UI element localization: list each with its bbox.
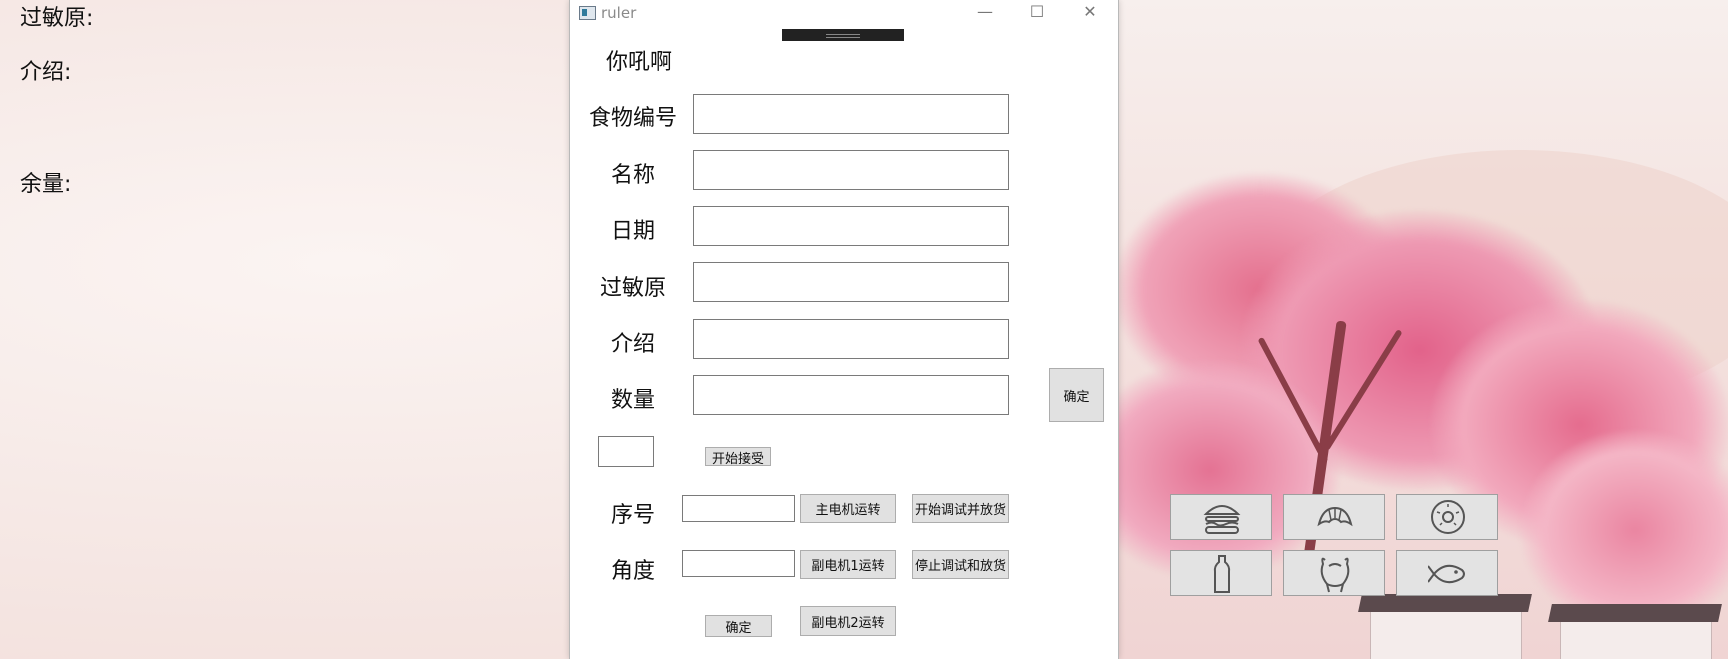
- start-receive-button[interactable]: 开始接受: [705, 447, 771, 466]
- allergen-label: 过敏原:: [20, 6, 94, 31]
- stop-debug-dispense-button[interactable]: 停止调试和放货: [912, 550, 1009, 579]
- title-bar[interactable]: ruler — ☐ ✕: [570, 0, 1118, 26]
- burger-tile[interactable]: [1170, 494, 1272, 540]
- village-house: [1370, 610, 1522, 659]
- burger-icon: [1203, 505, 1241, 534]
- quantity-input[interactable]: [693, 375, 1009, 415]
- chicken-tile[interactable]: [1283, 550, 1385, 596]
- remaining-label: 余量:: [20, 172, 72, 197]
- intro-field-label: 介绍: [610, 332, 655, 357]
- app-icon: [579, 6, 596, 20]
- intro-input[interactable]: [693, 319, 1009, 359]
- confirm-button[interactable]: 确定: [1049, 368, 1104, 422]
- date-label: 日期: [610, 219, 655, 244]
- village-house: [1560, 620, 1712, 659]
- serial-input[interactable]: [682, 495, 795, 522]
- house-roof: [1358, 594, 1532, 612]
- ruler-window: ruler — ☐ ✕ 你吼啊 食物编号 名称 日期 过敏原 介绍 数量 确定 …: [569, 0, 1119, 659]
- angle-label: 角度: [610, 559, 655, 584]
- close-icon[interactable]: ✕: [1067, 0, 1113, 26]
- allergen-field-label: 过敏原: [599, 276, 666, 301]
- start-debug-dispense-button[interactable]: 开始调试并放货: [912, 494, 1009, 523]
- bottle-tile[interactable]: [1170, 550, 1272, 596]
- serial-label: 序号: [610, 503, 655, 528]
- allergen-input[interactable]: [693, 262, 1009, 302]
- sub-motor2-run-button[interactable]: 副电机2运转: [800, 606, 896, 636]
- quantity-label: 数量: [610, 388, 655, 413]
- sub-motor1-run-button[interactable]: 副电机1运转: [800, 550, 896, 579]
- house-roof: [1548, 604, 1722, 622]
- intro-label: 介绍:: [20, 60, 72, 85]
- fish-icon: [1428, 564, 1465, 584]
- window-title: ruler: [601, 4, 637, 22]
- drag-handle[interactable]: [782, 29, 904, 41]
- maximize-icon[interactable]: ☐: [1014, 0, 1060, 26]
- angle-input[interactable]: [682, 550, 795, 577]
- food-id-label: 食物编号: [588, 106, 677, 131]
- donut-icon: [1431, 500, 1465, 534]
- name-label: 名称: [610, 163, 655, 188]
- bottle-icon: [1213, 555, 1231, 593]
- donut-tile[interactable]: [1396, 494, 1498, 540]
- name-input[interactable]: [693, 150, 1009, 190]
- confirm-bottom-button[interactable]: 确定: [705, 615, 772, 637]
- food-id-input[interactable]: [693, 94, 1009, 134]
- small-input[interactable]: [598, 436, 654, 467]
- date-input[interactable]: [693, 206, 1009, 246]
- croissant-tile[interactable]: [1283, 494, 1385, 540]
- croissant-icon: [1317, 506, 1353, 527]
- main-motor-run-button[interactable]: 主电机运转: [800, 494, 896, 523]
- fish-tile[interactable]: [1396, 550, 1498, 596]
- heading: 你吼啊: [605, 50, 672, 75]
- minimize-icon[interactable]: —: [962, 0, 1008, 26]
- blossom-cluster: [1080, 360, 1340, 580]
- chicken-icon: [1320, 557, 1350, 593]
